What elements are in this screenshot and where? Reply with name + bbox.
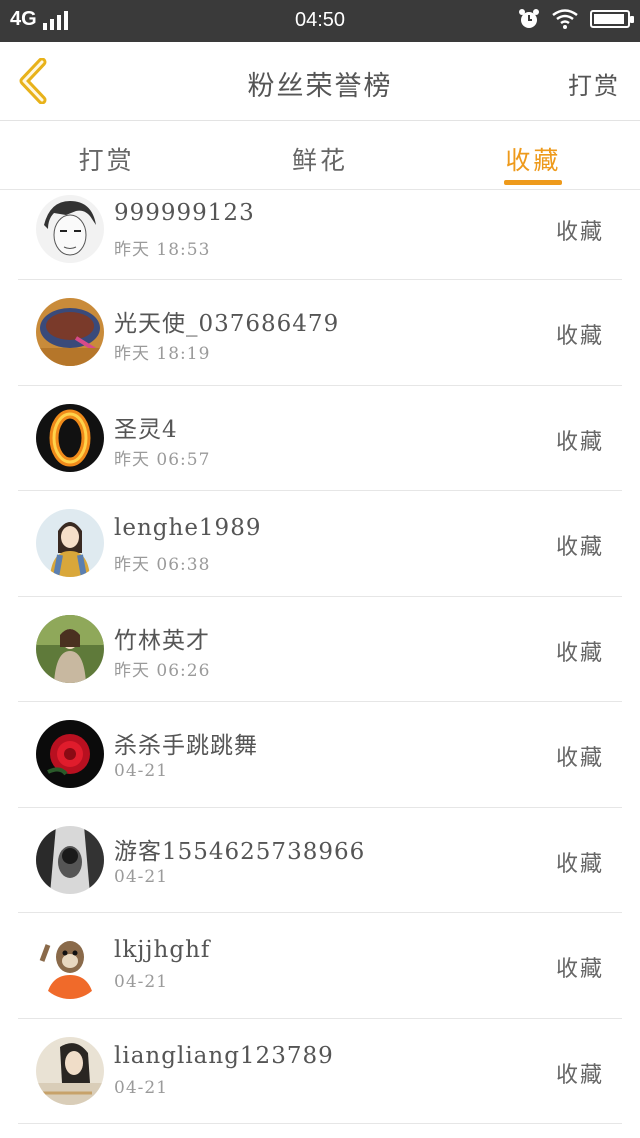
- favorite-label: 收藏: [555, 746, 604, 771]
- list-item[interactable]: liangliang123789 04-21 收藏: [0, 1019, 640, 1124]
- user-name: liangliang123789: [114, 1042, 334, 1069]
- avatar: [36, 509, 104, 577]
- battery-fill: [594, 14, 624, 24]
- avatar: [36, 1036, 104, 1105]
- favorite-label: 收藏: [555, 640, 604, 666]
- user-name: 游客1554625738966: [114, 838, 366, 865]
- list-item[interactable]: 999999123 昨天 18:53 收藏: [0, 190, 640, 280]
- favorite-label: 收藏: [555, 957, 604, 982]
- avatar: [36, 825, 104, 894]
- page-title: 粉丝荣誉榜: [247, 71, 393, 102]
- user-name: lenghe1989: [114, 515, 262, 541]
- tab-label: 鲜花: [291, 146, 348, 175]
- reward-button[interactable]: 打赏: [568, 66, 620, 101]
- status-icons: [518, 8, 634, 30]
- list-item[interactable]: 杀杀手跳跳舞 04-21 收藏: [0, 702, 640, 808]
- user-name: 圣灵4: [114, 416, 178, 443]
- favorite-label: 收藏: [555, 1062, 604, 1088]
- wifi-icon: [552, 9, 578, 29]
- timestamp: 04-21: [114, 972, 169, 992]
- list-item[interactable]: 游客1554625738966 04-21 收藏: [0, 808, 640, 913]
- avatar: [36, 298, 104, 366]
- avatar: [36, 614, 104, 683]
- tab-favorites[interactable]: 收藏: [427, 121, 640, 189]
- favorite-label: 收藏: [555, 220, 604, 245]
- battery-icon: [590, 10, 634, 28]
- favorite-label: 收藏: [555, 429, 604, 455]
- avatar: [36, 931, 104, 999]
- avatar: [36, 403, 104, 472]
- list-item[interactable]: 竹林英才 昨天 06:26 收藏: [0, 597, 640, 702]
- list-item[interactable]: lkjjhghf 04-21 收藏: [0, 913, 640, 1019]
- tab-bar: 打赏 鲜花 收藏: [0, 121, 640, 190]
- tab-active-indicator: [504, 180, 563, 185]
- fan-list: 999999123 昨天 18:53 收藏 光天使_037686479 昨天 1…: [0, 190, 640, 1124]
- user-name: 杀杀手跳跳舞: [114, 733, 258, 759]
- user-name: 光天使_037686479: [114, 311, 340, 337]
- user-name: lkjjhghf: [114, 937, 211, 963]
- alarm-icon: [519, 9, 539, 28]
- tab-flowers[interactable]: 鲜花: [213, 121, 426, 189]
- timestamp: 昨天 18:53: [114, 240, 211, 260]
- timestamp: 昨天 06:38: [114, 555, 211, 575]
- avatar: [36, 195, 104, 263]
- favorite-label: 收藏: [555, 851, 604, 877]
- tab-reward[interactable]: 打赏: [0, 121, 213, 189]
- tab-label: 打赏: [78, 146, 135, 175]
- tab-label: 收藏: [505, 146, 562, 175]
- timestamp: 昨天 18:19: [114, 344, 211, 364]
- timestamp: 昨天 06:26: [114, 660, 211, 681]
- favorite-label: 收藏: [555, 535, 604, 560]
- timestamp: 04-21: [114, 761, 169, 781]
- avatar: [36, 720, 104, 788]
- app-header: 粉丝荣誉榜 打赏: [0, 42, 640, 121]
- favorite-label: 收藏: [555, 324, 604, 349]
- timestamp: 04-21: [114, 866, 169, 887]
- timestamp: 04-21: [114, 1077, 169, 1098]
- status-bar: 4G 04:50: [0, 0, 640, 42]
- timestamp: 昨天 06:57: [114, 449, 211, 470]
- list-item[interactable]: 光天使_037686479 昨天 18:19 收藏: [0, 280, 640, 386]
- divider: [18, 1123, 622, 1124]
- list-item[interactable]: lenghe1989 昨天 06:38 收藏: [0, 491, 640, 597]
- user-name: 999999123: [114, 200, 255, 226]
- user-name: 竹林英才: [114, 627, 210, 654]
- list-item[interactable]: 圣灵4 昨天 06:57 收藏: [0, 386, 640, 491]
